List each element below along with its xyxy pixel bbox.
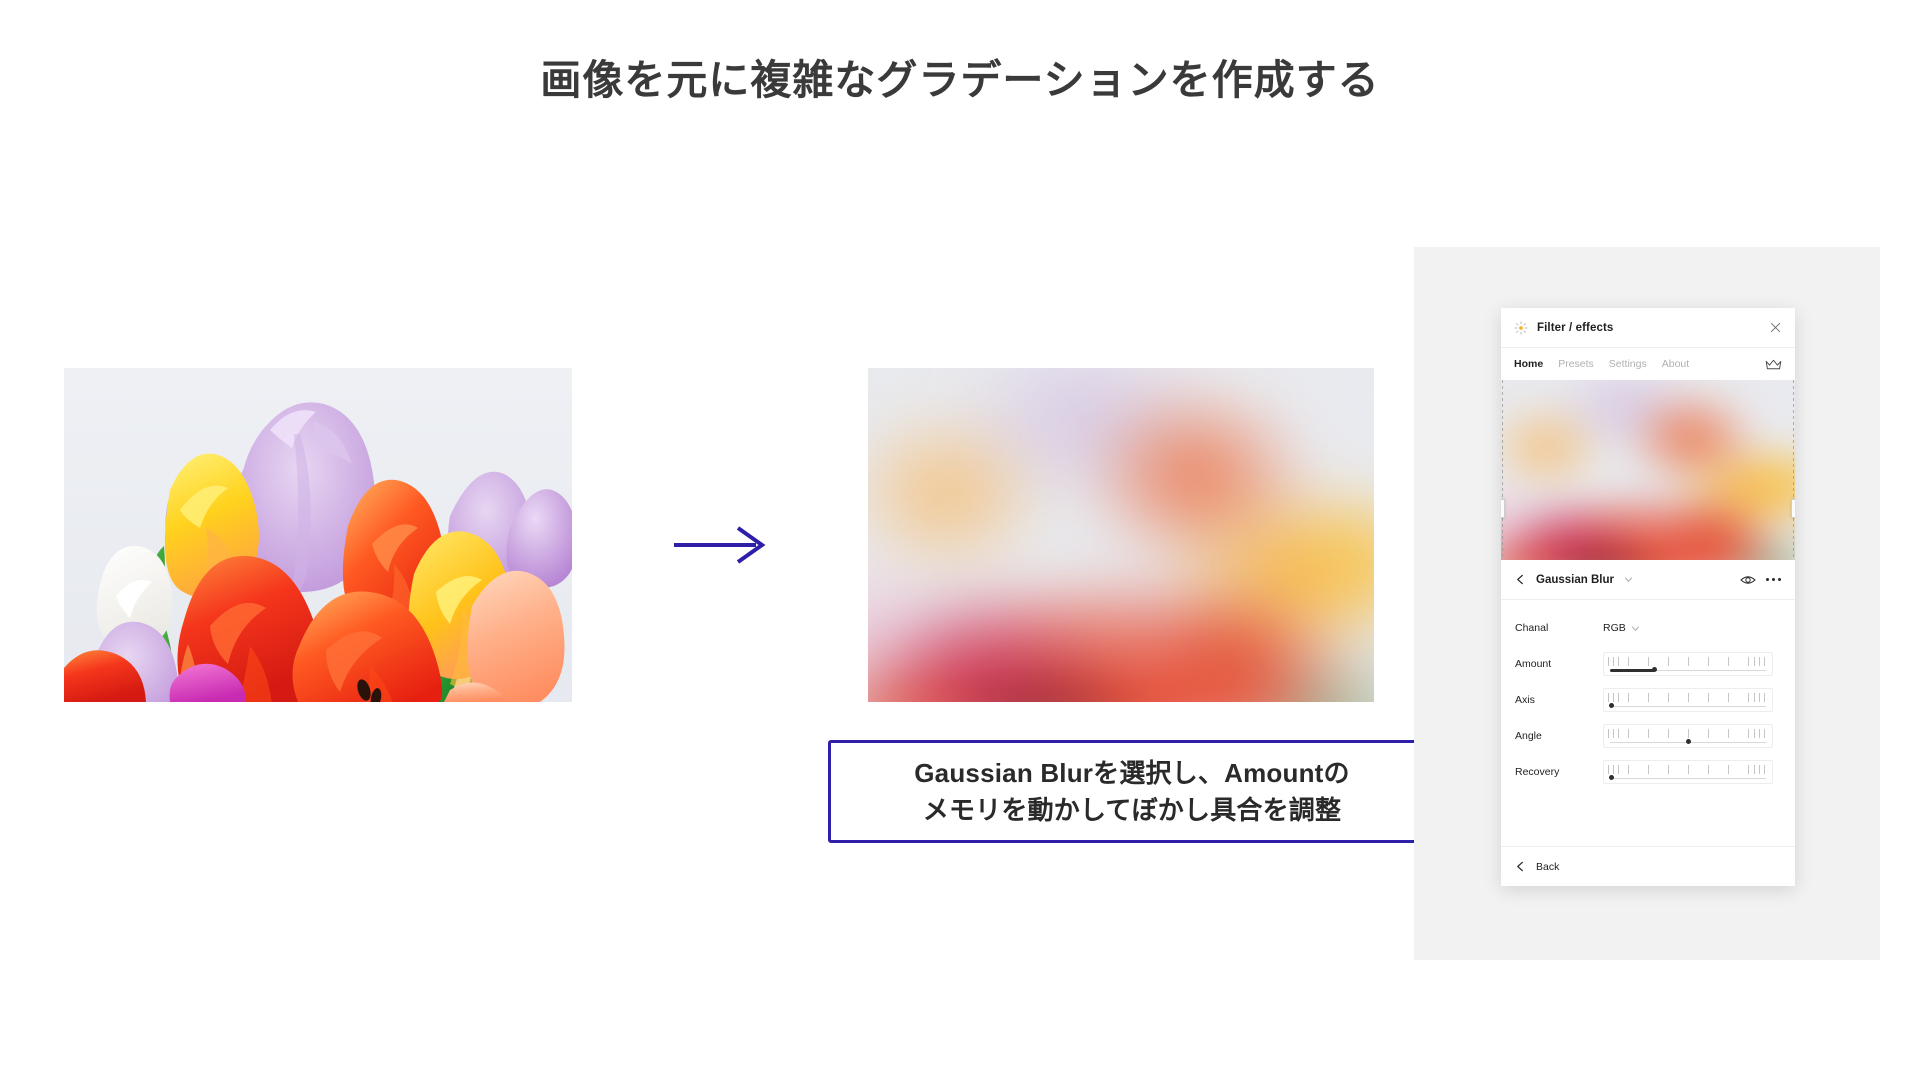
recovery-slider[interactable] (1603, 760, 1773, 784)
effect-preview[interactable] (1501, 380, 1795, 560)
slider-ticks (1608, 657, 1768, 666)
slider-ticks-left (1608, 729, 1622, 738)
crown-icon[interactable] (1765, 358, 1782, 371)
chanal-select[interactable]: RGB (1603, 622, 1640, 634)
panel-title: Filter / effects (1537, 321, 1614, 334)
callout-text: Gaussian Blurを選択し、Amountの メモリを動かしてぼかし具合を… (914, 755, 1349, 829)
param-label-angle: Angle (1515, 730, 1542, 742)
param-row-chanal: Chanal RGB (1515, 610, 1781, 646)
param-label-recovery: Recovery (1515, 766, 1560, 778)
slider-ticks-left (1608, 765, 1622, 774)
slider-ticks (1608, 693, 1768, 702)
slider-knob[interactable] (1652, 667, 1657, 672)
page-root: 画像を元に複雑なグラデーションを作成する Gaussian Blurを選択し、A… (0, 0, 1920, 1080)
eye-icon[interactable] (1740, 574, 1756, 586)
before-image (64, 368, 572, 702)
slider-ticks-right (1754, 765, 1768, 774)
param-row-amount: Amount (1515, 646, 1781, 682)
slider-track (1610, 706, 1766, 707)
tab-home[interactable]: Home (1514, 358, 1543, 370)
chanal-value: RGB (1603, 622, 1626, 634)
right-resize-handle[interactable] (1791, 499, 1795, 518)
close-icon[interactable] (1769, 321, 1782, 334)
panel-header: Filter / effects (1501, 308, 1795, 348)
param-row-recovery: Recovery (1515, 754, 1781, 790)
callout-box: Gaussian Blurを選択し、Amountの メモリを動かしてぼかし具合を… (828, 740, 1436, 843)
slider-ticks (1608, 765, 1768, 774)
tab-presets[interactable]: Presets (1558, 358, 1594, 370)
tab-about[interactable]: About (1662, 358, 1689, 370)
axis-slider[interactable] (1603, 688, 1773, 712)
selection-dashed-left (1502, 380, 1503, 560)
amount-slider[interactable] (1603, 652, 1773, 676)
sparkle-icon (1514, 320, 1528, 335)
chevron-down-icon[interactable] (1631, 624, 1640, 633)
tulip-bouquet-illustration (64, 368, 572, 702)
effect-header-row: Gaussian Blur (1501, 560, 1795, 600)
slider-ticks (1608, 729, 1768, 738)
gradient-blur-stack (868, 368, 1374, 702)
selection-dashed-right (1793, 380, 1794, 560)
slider-track (1610, 778, 1766, 779)
param-label-chanal: Chanal (1515, 622, 1549, 634)
effect-name[interactable]: Gaussian Blur (1536, 574, 1614, 586)
after-image (868, 368, 1374, 702)
slider-knob[interactable] (1609, 775, 1614, 780)
back-button[interactable]: Back (1536, 861, 1559, 873)
tab-settings[interactable]: Settings (1609, 358, 1647, 370)
more-options-icon[interactable] (1766, 578, 1781, 582)
page-title: 画像を元に複雑なグラデーションを作成する (540, 57, 1380, 103)
slider-ticks-right (1754, 693, 1768, 702)
param-row-angle: Angle (1515, 718, 1781, 754)
panel-footer: Back (1501, 846, 1795, 886)
angle-slider[interactable] (1603, 724, 1773, 748)
slider-knob[interactable] (1686, 739, 1691, 744)
transform-arrow (672, 525, 768, 565)
param-label-axis: Axis (1515, 694, 1535, 706)
slider-fill (1610, 669, 1655, 672)
callout-line-1: Gaussian Blurを選択し、Amountの (914, 757, 1350, 788)
right-arrow-icon (674, 526, 766, 564)
param-label-amount: Amount (1515, 658, 1552, 670)
effect-parameters: Chanal RGB Amount Axis Angle Recovery (1501, 600, 1795, 846)
callout-line-2: メモリを動かしてぼかし具合を調整 (922, 794, 1342, 825)
left-resize-handle[interactable] (1501, 499, 1505, 518)
filter-effects-panel: Filter / effects Home Presets Settings A… (1501, 308, 1795, 886)
preview-gradient-stack (1501, 380, 1795, 560)
slider-ticks-left (1608, 657, 1622, 666)
slider-ticks-right (1754, 729, 1768, 738)
slider-knob[interactable] (1609, 703, 1614, 708)
chevron-down-icon[interactable] (1624, 575, 1633, 584)
param-row-axis: Axis (1515, 682, 1781, 718)
panel-tabs: Home Presets Settings About (1501, 348, 1795, 380)
chevron-left-icon[interactable] (1515, 861, 1526, 872)
chevron-left-icon[interactable] (1515, 574, 1526, 585)
slider-ticks-right (1754, 657, 1768, 666)
slider-ticks-left (1608, 693, 1622, 702)
